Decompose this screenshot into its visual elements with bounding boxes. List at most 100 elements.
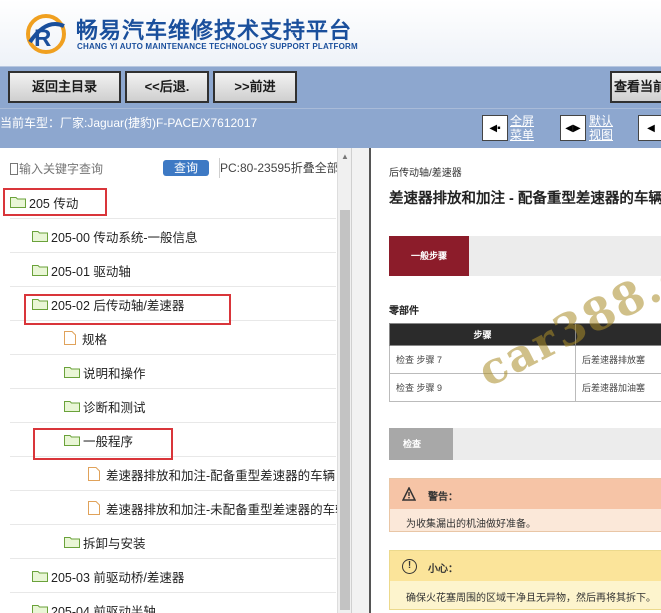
back-button[interactable]: <<后退.: [125, 71, 209, 103]
folder-icon: [64, 401, 80, 412]
highlight-box: [3, 188, 107, 216]
folder-icon: [32, 265, 48, 276]
section-bar: 一般步骤: [389, 236, 661, 276]
table-row: 检查 步骤 9 后差速器加油塞: [389, 373, 661, 402]
fullscreen-label-top: 全屏: [510, 114, 535, 128]
search-input[interactable]: [8, 158, 158, 180]
fullscreen-label-bottom: 菜单: [510, 128, 535, 142]
default-label-bottom: 视图: [589, 128, 614, 142]
document-icon: [64, 331, 76, 345]
warning-text: 为收集漏出的机油做好准备。: [406, 519, 536, 530]
search-row: 查询 PC:80-23595折叠全部: [0, 156, 351, 182]
tree-node-205-03[interactable]: 205-03 前驱动桥/差速器: [32, 562, 184, 590]
tree-panel: 查询 PC:80-23595折叠全部 205 传动 205-00 传动系统-一般…: [0, 148, 351, 613]
tree-node-205-04[interactable]: 205-04 前驱动半轴: [32, 596, 156, 613]
tree-node-label: 205-04 前驱动半轴: [51, 604, 156, 613]
caution-box: ! 小心： 确保火花塞周围的区域干净且无异物，然后再将其拆下。: [389, 550, 661, 610]
app-window: R 畅易汽车维修技术支持平台 CHANG YI AUTO MAINTENANCE…: [0, 0, 661, 613]
tree-node-205-01[interactable]: 205-01 驱动轴: [32, 256, 131, 284]
scroll-up-icon[interactable]: ▲: [341, 152, 349, 161]
warning-icon: [402, 487, 416, 501]
home-button[interactable]: 返回主目录: [8, 71, 121, 103]
search-button[interactable]: 查询: [163, 160, 209, 176]
tree-separator: [10, 422, 336, 423]
tree-separator: [10, 218, 336, 219]
section-general-steps: 一般步骤: [389, 236, 469, 276]
doc-breadcrumb: 后传动轴/差速器: [389, 168, 462, 179]
default-label-top: 默认: [589, 114, 614, 128]
tree-node-205-00[interactable]: 205-00 传动系统-一般信息: [32, 222, 198, 250]
brand-title: 畅易汽车维修技术支持平台: [76, 18, 353, 43]
svg-text:R: R: [34, 25, 51, 52]
warning-box: 警告： 为收集漏出的机油做好准备。: [389, 478, 661, 532]
tree-node-description[interactable]: 说明和操作: [64, 358, 146, 386]
table-cell: 检查 步骤 7: [389, 345, 576, 374]
table-header-row: 步骤: [389, 323, 661, 346]
check-bar: 检查: [389, 428, 661, 460]
tree-node-label: 205-00 传动系统-一般信息: [51, 230, 198, 245]
view-current-button[interactable]: 查看当前: [610, 71, 661, 103]
tree-node-removal-installation[interactable]: 拆卸与安装: [64, 528, 146, 556]
default-view-link[interactable]: 默认 视图: [589, 114, 613, 142]
caution-icon: !: [402, 559, 417, 574]
table-cell: 检查 步骤 9: [389, 373, 576, 402]
document-panel: 后传动轴/差速器 差速器排放和加注 - 配备重型差速器的车辆 一般步骤 零部件 …: [369, 148, 661, 613]
tree-node-label: 差速器排放和加注-未配备重型差速器的车辆: [106, 502, 348, 517]
brand-subtitle: CHANG YI AUTO MAINTENANCE TECHNOLOGY SUP…: [77, 42, 358, 51]
doc-title: 差速器排放和加注 - 配备重型差速器的车辆: [389, 191, 661, 207]
tree-separator: [10, 490, 336, 491]
folder-icon: [64, 537, 80, 548]
table-cell: 后差速器排放塞: [575, 345, 661, 374]
tree-node-label: 诊断和测试: [83, 400, 146, 415]
tree-node-diagnosis[interactable]: 诊断和测试: [64, 392, 146, 420]
tree-separator: [10, 252, 336, 253]
collapse-all-info[interactable]: PC:80-23595折叠全部: [220, 159, 339, 176]
tree-node-label: 规格: [82, 332, 108, 347]
table-header-empty: [575, 323, 661, 346]
toolbar: 返回主目录 <<后退. >>前进 查看当前: [0, 66, 661, 108]
tree-separator: [10, 354, 336, 355]
cr-logo-icon: R: [26, 14, 66, 54]
vehicle-bar: 当前车型：厂家:Jaguar(捷豹)F-PACE/X7612017 ◀▪ 全屏 …: [0, 108, 661, 148]
tree-node-drain-fill-standard[interactable]: 差速器排放和加注-未配备重型差速器的车辆: [88, 494, 348, 522]
table-row: 检查 步骤 7 后差速器排放塞: [389, 345, 661, 374]
forward-button[interactable]: >>前进: [213, 71, 297, 103]
collapse-panel-icon[interactable]: ◀: [638, 115, 661, 141]
folder-icon: [32, 571, 48, 582]
tree-separator: [10, 286, 336, 287]
header: R 畅易汽车维修技术支持平台 CHANG YI AUTO MAINTENANCE…: [0, 0, 661, 66]
folder-icon: [32, 605, 48, 613]
parts-label: 零部件: [389, 306, 419, 317]
tree-node-drain-fill-heavy[interactable]: 差速器排放和加注-配备重型差速器的车辆: [88, 460, 335, 488]
tree-separator: [10, 558, 336, 559]
current-vehicle-label: 当前车型：厂家:Jaguar(捷豹)F-PACE/X7612017: [0, 116, 258, 130]
tree-node-label: 205-01 驱动轴: [51, 264, 131, 279]
caution-title: 小心：: [428, 564, 458, 575]
document-icon: [88, 467, 100, 481]
fullscreen-menu-icon[interactable]: ◀▪: [482, 115, 508, 141]
tree-scrollbar[interactable]: ▲: [337, 148, 351, 613]
highlight-box: [24, 294, 231, 325]
parts-table: 步骤 检查 步骤 7 后差速器排放塞 检查 步骤 9 后差速器加油塞: [389, 323, 661, 402]
warning-title: 警告：: [428, 492, 458, 503]
table-cell: 后差速器加油塞: [575, 373, 661, 402]
folder-icon: [64, 367, 80, 378]
fullscreen-menu-link[interactable]: 全屏 菜单: [510, 114, 534, 142]
tree-node-label: 205-03 前驱动桥/差速器: [51, 570, 185, 585]
tree-node-label: 说明和操作: [83, 366, 146, 381]
panel-splitter[interactable]: [351, 148, 369, 613]
tree-node-label: 差速器排放和加注-配备重型差速器的车辆: [106, 468, 336, 483]
tree-separator: [10, 388, 336, 389]
tree-separator: [10, 524, 336, 525]
tree-separator: [10, 592, 336, 593]
table-header-step: 步骤: [389, 323, 576, 346]
default-view-icon[interactable]: ◀▶: [560, 115, 586, 141]
folder-icon: [32, 231, 48, 242]
document-icon: [88, 501, 100, 515]
tree-node-label: 拆卸与安装: [83, 536, 146, 551]
check-label: 检查: [389, 428, 453, 460]
caution-text: 确保火花塞周围的区域干净且无异物，然后再将其拆下。: [406, 593, 656, 604]
tree-node-specs[interactable]: 规格: [64, 324, 107, 352]
highlight-box: [33, 428, 173, 460]
scrollbar-thumb[interactable]: [340, 210, 350, 610]
